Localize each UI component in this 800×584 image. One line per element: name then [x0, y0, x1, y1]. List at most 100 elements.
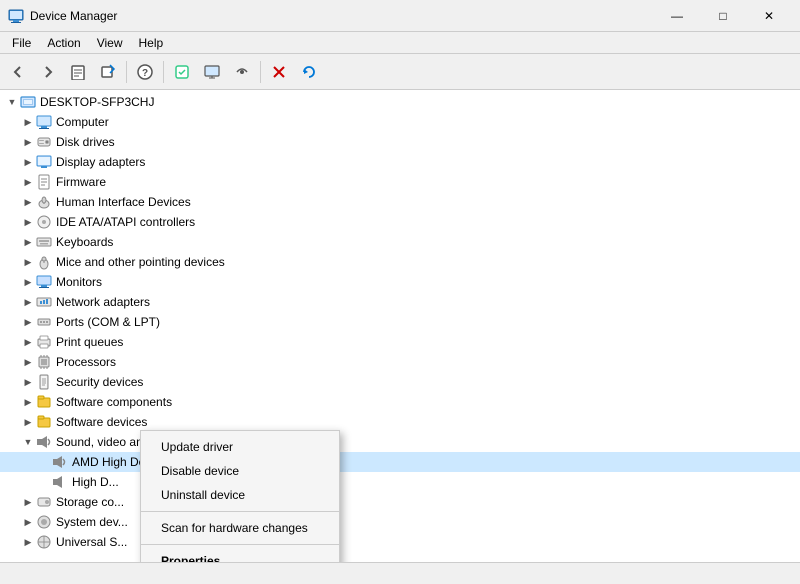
toolbar-scan-button[interactable] — [168, 58, 196, 86]
toolbar-remove-button[interactable] — [265, 58, 293, 86]
tree-label-monitors: Monitors — [56, 275, 102, 289]
keyboards-icon — [36, 234, 52, 250]
tree-item-sound[interactable]: ▼ Sound, video and game controllers — [0, 432, 800, 452]
tree-item-diskdrives[interactable]: ▶ Disk drives — [0, 132, 800, 152]
monitors-expander[interactable]: ▶ — [20, 274, 36, 290]
processors-icon — [36, 354, 52, 370]
scan-icon — [174, 64, 190, 80]
toolbar-back-button[interactable] — [4, 58, 32, 86]
tree-item-universals[interactable]: ▶ Universal S... — [0, 532, 800, 552]
toolbar-forward-button[interactable] — [34, 58, 62, 86]
tree-item-computer[interactable]: ▶ Computer — [0, 112, 800, 132]
tree-item-mice[interactable]: ▶ Mice and other pointing devices — [0, 252, 800, 272]
tree-item-printqueues[interactable]: ▶ Print queues — [0, 332, 800, 352]
menu-view[interactable]: View — [89, 32, 131, 53]
tree-item-networkadapters[interactable]: ▶ Network adapters — [0, 292, 800, 312]
toolbar: ? — [0, 54, 800, 90]
context-menu-label-properties: Properties — [161, 554, 220, 562]
ide-expander[interactable]: ▶ — [20, 214, 36, 230]
minimize-button[interactable]: — — [654, 0, 700, 32]
tree-item-ide[interactable]: ▶ IDE ATA/ATAPI controllers — [0, 212, 800, 232]
refresh-icon — [301, 64, 317, 80]
root-label: DESKTOP-SFP3CHJ — [40, 95, 154, 109]
toolbar-update-button[interactable] — [94, 58, 122, 86]
systemdev-expander[interactable]: ▶ — [20, 514, 36, 530]
toolbar-properties-button[interactable] — [64, 58, 92, 86]
context-menu-item-properties[interactable]: Properties — [141, 549, 339, 562]
mice-expander[interactable]: ▶ — [20, 254, 36, 270]
storage-expander[interactable]: ▶ — [20, 494, 36, 510]
tree-item-monitors[interactable]: ▶ Monitors — [0, 272, 800, 292]
tree-item-securitydevices[interactable]: ▶ Security devices — [0, 372, 800, 392]
menu-file[interactable]: File — [4, 32, 39, 53]
diskdrives-expander[interactable]: ▶ — [20, 134, 36, 150]
context-menu-separator-2 — [141, 544, 339, 545]
tree-item-systemdev[interactable]: ▶ System dev... — [0, 512, 800, 532]
tree-label-hid: Human Interface Devices — [56, 195, 191, 209]
tree-label-softwarecomponents: Software components — [56, 395, 172, 409]
menu-help[interactable]: Help — [131, 32, 172, 53]
tree-item-softwarecomponents[interactable]: ▶ Software components — [0, 392, 800, 412]
ports-expander[interactable]: ▶ — [20, 314, 36, 330]
tree-item-firmware[interactable]: ▶ Firmware — [0, 172, 800, 192]
tree-label-displayadapters: Display adapters — [56, 155, 145, 169]
storage-icon — [36, 494, 52, 510]
sound-expander[interactable]: ▼ — [20, 434, 36, 450]
computer-expander[interactable]: ▶ — [20, 114, 36, 130]
firmware-expander[interactable]: ▶ — [20, 174, 36, 190]
tree-item-softwaredevices[interactable]: ▶ Software devices — [0, 412, 800, 432]
toolbar-connect-button[interactable] — [228, 58, 256, 86]
softwarecomponents-icon — [36, 394, 52, 410]
tree-item-processors[interactable]: ▶ Processors — [0, 352, 800, 372]
context-menu-item-disable-device[interactable]: Disable device — [141, 459, 339, 483]
remove-icon — [271, 64, 287, 80]
context-menu-item-uninstall-device[interactable]: Uninstall device — [141, 483, 339, 507]
context-menu-label-uninstall-device: Uninstall device — [161, 488, 245, 502]
tree-label-computer: Computer — [56, 115, 109, 129]
menu-action[interactable]: Action — [39, 32, 88, 53]
tree-label-diskdrives: Disk drives — [56, 135, 115, 149]
keyboards-expander[interactable]: ▶ — [20, 234, 36, 250]
tree-item-storage[interactable]: ▶ Storage co... — [0, 492, 800, 512]
root-expander[interactable]: ▼ — [4, 94, 20, 110]
tree-label-ports: Ports (COM & LPT) — [56, 315, 160, 329]
toolbar-help-button[interactable]: ? — [131, 58, 159, 86]
hid-expander[interactable]: ▶ — [20, 194, 36, 210]
processors-expander[interactable]: ▶ — [20, 354, 36, 370]
computer-icon — [36, 114, 52, 130]
softwaredevices-expander[interactable]: ▶ — [20, 414, 36, 430]
context-menu-item-update-driver[interactable]: Update driver — [141, 435, 339, 459]
tree-label-firmware: Firmware — [56, 175, 106, 189]
securitydevices-expander[interactable]: ▶ — [20, 374, 36, 390]
tree-root[interactable]: ▼ DESKTOP-SFP3CHJ — [0, 92, 800, 112]
tree-label-storage: Storage co... — [56, 495, 124, 509]
monitors-icon — [36, 274, 52, 290]
tree-item-hid[interactable]: ▶ Human Interface Devices — [0, 192, 800, 212]
universals-expander[interactable]: ▶ — [20, 534, 36, 550]
displayadapters-expander[interactable]: ▶ — [20, 154, 36, 170]
softwarecomponents-expander[interactable]: ▶ — [20, 394, 36, 410]
maximize-button[interactable]: □ — [700, 0, 746, 32]
root-icon — [20, 94, 36, 110]
context-menu-item-scan-hardware[interactable]: Scan for hardware changes — [141, 516, 339, 540]
tree-item-displayadapters[interactable]: ▶ Display adapters — [0, 152, 800, 172]
tree-item-keyboards[interactable]: ▶ Keyboards — [0, 232, 800, 252]
toolbar-monitor-button[interactable] — [198, 58, 226, 86]
hid-icon — [36, 194, 52, 210]
tree-item-high-d[interactable]: ▶ High D... — [0, 472, 800, 492]
tree-item-ports[interactable]: ▶ Ports (COM & LPT) — [0, 312, 800, 332]
toolbar-refresh-button[interactable] — [295, 58, 323, 86]
properties-icon — [70, 64, 86, 80]
connect-icon — [234, 64, 250, 80]
context-menu-label-scan-hardware: Scan for hardware changes — [161, 521, 308, 535]
tree-panel[interactable]: ▼ DESKTOP-SFP3CHJ ▶ Computer — [0, 90, 800, 562]
toolbar-separator-3 — [260, 61, 261, 83]
networkadapters-expander[interactable]: ▶ — [20, 294, 36, 310]
systemdev-icon — [36, 514, 52, 530]
tree-label-ide: IDE ATA/ATAPI controllers — [56, 215, 195, 229]
close-button[interactable]: ✕ — [746, 0, 792, 32]
tree-item-amd-audio[interactable]: ▶ AMD High Definition Audio Device — [0, 452, 800, 472]
printqueues-expander[interactable]: ▶ — [20, 334, 36, 350]
tree-label-securitydevices: Security devices — [56, 375, 143, 389]
tree-label-processors: Processors — [56, 355, 116, 369]
